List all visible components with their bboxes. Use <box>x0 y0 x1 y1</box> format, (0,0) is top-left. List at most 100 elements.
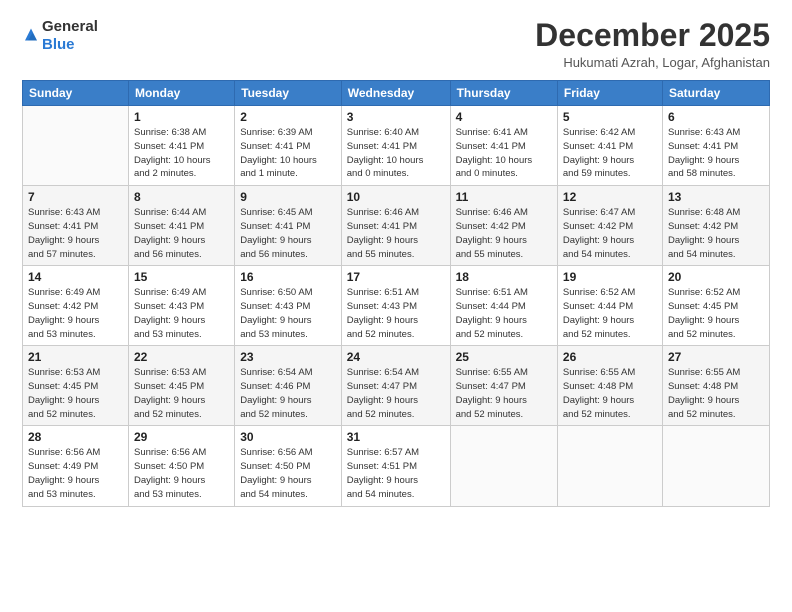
day-cell: 21 Sunrise: 6:53 AM Sunset: 4:45 PM Dayli… <box>23 346 129 426</box>
header-cell-thursday: Thursday <box>450 81 557 106</box>
day-cell <box>662 426 769 506</box>
day-info: Sunrise: 6:51 AM Sunset: 4:43 PM Dayligh… <box>347 286 445 341</box>
day-info: Sunrise: 6:49 AM Sunset: 4:43 PM Dayligh… <box>134 286 229 341</box>
day-number: 21 <box>28 350 123 364</box>
day-cell: 22 Sunrise: 6:53 AM Sunset: 4:45 PM Dayli… <box>128 346 234 426</box>
day-info: Sunrise: 6:49 AM Sunset: 4:42 PM Dayligh… <box>28 286 123 341</box>
header-cell-sunday: Sunday <box>23 81 129 106</box>
day-cell: 7 Sunrise: 6:43 AM Sunset: 4:41 PM Daylig… <box>23 186 129 266</box>
header-cell-wednesday: Wednesday <box>341 81 450 106</box>
day-cell: 12 Sunrise: 6:47 AM Sunset: 4:42 PM Dayli… <box>557 186 662 266</box>
day-cell: 9 Sunrise: 6:45 AM Sunset: 4:41 PM Daylig… <box>235 186 342 266</box>
day-info: Sunrise: 6:53 AM Sunset: 4:45 PM Dayligh… <box>28 366 123 421</box>
day-number: 27 <box>668 350 764 364</box>
day-cell: 26 Sunrise: 6:55 AM Sunset: 4:48 PM Dayli… <box>557 346 662 426</box>
day-info: Sunrise: 6:53 AM Sunset: 4:45 PM Dayligh… <box>134 366 229 421</box>
day-info: Sunrise: 6:43 AM Sunset: 4:41 PM Dayligh… <box>668 126 764 181</box>
day-info: Sunrise: 6:44 AM Sunset: 4:41 PM Dayligh… <box>134 206 229 261</box>
header-cell-monday: Monday <box>128 81 234 106</box>
day-cell: 25 Sunrise: 6:55 AM Sunset: 4:47 PM Dayli… <box>450 346 557 426</box>
day-cell: 14 Sunrise: 6:49 AM Sunset: 4:42 PM Dayli… <box>23 266 129 346</box>
day-info: Sunrise: 6:51 AM Sunset: 4:44 PM Dayligh… <box>456 286 552 341</box>
day-number: 16 <box>240 270 336 284</box>
day-cell: 27 Sunrise: 6:55 AM Sunset: 4:48 PM Dayli… <box>662 346 769 426</box>
month-year: December 2025 <box>535 18 770 53</box>
day-info: Sunrise: 6:45 AM Sunset: 4:41 PM Dayligh… <box>240 206 336 261</box>
day-info: Sunrise: 6:55 AM Sunset: 4:47 PM Dayligh… <box>456 366 552 421</box>
header-cell-saturday: Saturday <box>662 81 769 106</box>
day-info: Sunrise: 6:47 AM Sunset: 4:42 PM Dayligh… <box>563 206 657 261</box>
day-number: 15 <box>134 270 229 284</box>
header-cell-friday: Friday <box>557 81 662 106</box>
day-cell: 30 Sunrise: 6:56 AM Sunset: 4:50 PM Dayli… <box>235 426 342 506</box>
day-info: Sunrise: 6:41 AM Sunset: 4:41 PM Dayligh… <box>456 126 552 181</box>
day-number: 17 <box>347 270 445 284</box>
day-number: 12 <box>563 190 657 204</box>
day-number: 3 <box>347 110 445 124</box>
week-row-0: 1 Sunrise: 6:38 AM Sunset: 4:41 PM Daylig… <box>23 106 770 186</box>
page: General Blue December 2025 Hukumati Azra… <box>0 0 792 612</box>
day-number: 7 <box>28 190 123 204</box>
day-info: Sunrise: 6:52 AM Sunset: 4:44 PM Dayligh… <box>563 286 657 341</box>
day-info: Sunrise: 6:56 AM Sunset: 4:49 PM Dayligh… <box>28 446 123 501</box>
day-number: 13 <box>668 190 764 204</box>
day-info: Sunrise: 6:55 AM Sunset: 4:48 PM Dayligh… <box>563 366 657 421</box>
day-number: 8 <box>134 190 229 204</box>
location: Hukumati Azrah, Logar, Afghanistan <box>535 55 770 70</box>
logo: General Blue <box>22 18 98 54</box>
day-number: 19 <box>563 270 657 284</box>
day-number: 22 <box>134 350 229 364</box>
header: General Blue December 2025 Hukumati Azra… <box>22 18 770 70</box>
day-cell <box>450 426 557 506</box>
day-number: 23 <box>240 350 336 364</box>
day-number: 31 <box>347 430 445 444</box>
day-info: Sunrise: 6:46 AM Sunset: 4:42 PM Dayligh… <box>456 206 552 261</box>
day-cell: 16 Sunrise: 6:50 AM Sunset: 4:43 PM Dayli… <box>235 266 342 346</box>
day-info: Sunrise: 6:38 AM Sunset: 4:41 PM Dayligh… <box>134 126 229 181</box>
day-info: Sunrise: 6:43 AM Sunset: 4:41 PM Dayligh… <box>28 206 123 261</box>
day-info: Sunrise: 6:50 AM Sunset: 4:43 PM Dayligh… <box>240 286 336 341</box>
logo-general: General <box>42 18 98 35</box>
day-cell: 6 Sunrise: 6:43 AM Sunset: 4:41 PM Daylig… <box>662 106 769 186</box>
week-row-2: 14 Sunrise: 6:49 AM Sunset: 4:42 PM Dayli… <box>23 266 770 346</box>
day-number: 5 <box>563 110 657 124</box>
day-number: 20 <box>668 270 764 284</box>
day-cell <box>557 426 662 506</box>
day-cell: 13 Sunrise: 6:48 AM Sunset: 4:42 PM Dayli… <box>662 186 769 266</box>
week-row-3: 21 Sunrise: 6:53 AM Sunset: 4:45 PM Dayli… <box>23 346 770 426</box>
day-number: 11 <box>456 190 552 204</box>
day-cell: 8 Sunrise: 6:44 AM Sunset: 4:41 PM Daylig… <box>128 186 234 266</box>
day-info: Sunrise: 6:56 AM Sunset: 4:50 PM Dayligh… <box>240 446 336 501</box>
day-number: 25 <box>456 350 552 364</box>
day-cell: 17 Sunrise: 6:51 AM Sunset: 4:43 PM Dayli… <box>341 266 450 346</box>
title-area: December 2025 Hukumati Azrah, Logar, Afg… <box>535 18 770 70</box>
day-info: Sunrise: 6:48 AM Sunset: 4:42 PM Dayligh… <box>668 206 764 261</box>
day-cell: 18 Sunrise: 6:51 AM Sunset: 4:44 PM Dayli… <box>450 266 557 346</box>
day-number: 2 <box>240 110 336 124</box>
day-cell: 2 Sunrise: 6:39 AM Sunset: 4:41 PM Daylig… <box>235 106 342 186</box>
day-cell: 24Sunrise: 6:54 AM Sunset: 4:47 PM Dayli… <box>341 346 450 426</box>
header-cell-tuesday: Tuesday <box>235 81 342 106</box>
day-info: Sunrise: 6:39 AM Sunset: 4:41 PM Dayligh… <box>240 126 336 181</box>
day-info: Sunrise: 6:46 AM Sunset: 4:41 PM Dayligh… <box>347 206 445 261</box>
day-info: Sunrise: 6:40 AM Sunset: 4:41 PM Dayligh… <box>347 126 445 181</box>
day-number: 6 <box>668 110 764 124</box>
calendar-table: SundayMondayTuesdayWednesdayThursdayFrid… <box>22 80 770 506</box>
day-cell: 4Sunrise: 6:41 AM Sunset: 4:41 PM Daylig… <box>450 106 557 186</box>
day-info: Sunrise: 6:57 AM Sunset: 4:51 PM Dayligh… <box>347 446 445 501</box>
day-number: 9 <box>240 190 336 204</box>
day-number: 10 <box>347 190 445 204</box>
day-cell: 29Sunrise: 6:56 AM Sunset: 4:50 PM Dayli… <box>128 426 234 506</box>
day-info: Sunrise: 6:56 AM Sunset: 4:50 PM Dayligh… <box>134 446 229 501</box>
day-number: 14 <box>28 270 123 284</box>
week-row-4: 28Sunrise: 6:56 AM Sunset: 4:49 PM Dayli… <box>23 426 770 506</box>
day-number: 1 <box>134 110 229 124</box>
day-info: Sunrise: 6:55 AM Sunset: 4:48 PM Dayligh… <box>668 366 764 421</box>
day-number: 30 <box>240 430 336 444</box>
day-cell: 15 Sunrise: 6:49 AM Sunset: 4:43 PM Dayli… <box>128 266 234 346</box>
day-cell: 11 Sunrise: 6:46 AM Sunset: 4:42 PM Dayli… <box>450 186 557 266</box>
day-number: 26 <box>563 350 657 364</box>
day-info: Sunrise: 6:54 AM Sunset: 4:46 PM Dayligh… <box>240 366 336 421</box>
day-cell: 3 Sunrise: 6:40 AM Sunset: 4:41 PM Daylig… <box>341 106 450 186</box>
day-number: 18 <box>456 270 552 284</box>
